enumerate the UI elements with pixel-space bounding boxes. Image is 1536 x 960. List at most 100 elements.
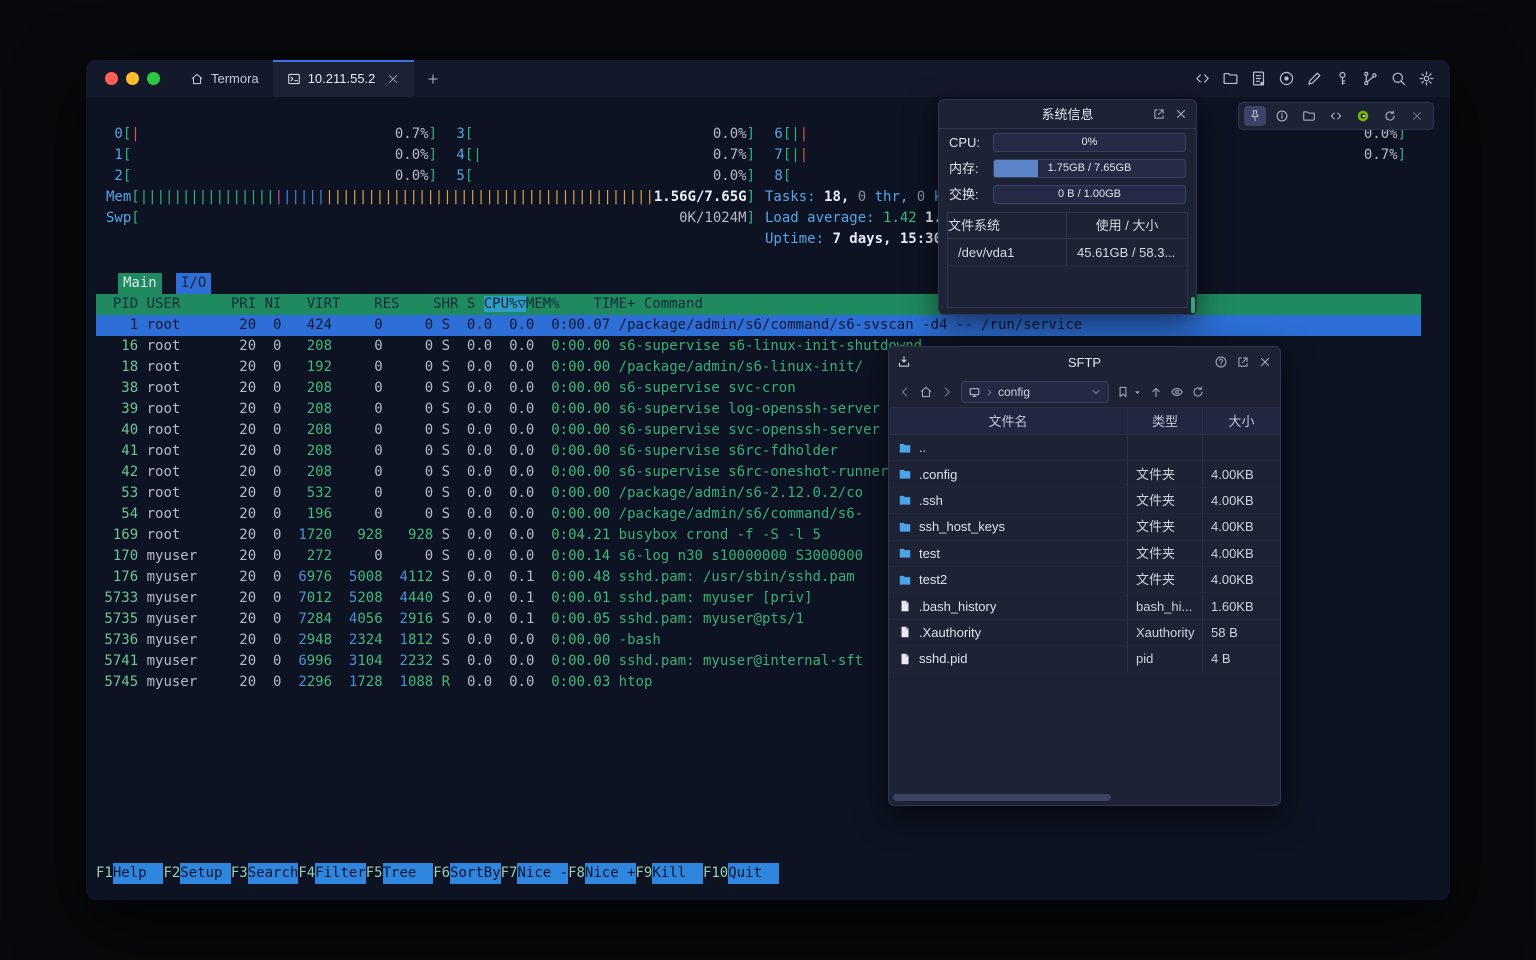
tab-bar: Termora10.211.55.2 <box>86 60 1450 98</box>
fkey-f6[interactable]: F6 <box>433 863 450 884</box>
file-row[interactable]: .ssh文件夹4.00KB <box>889 488 1280 514</box>
tab-10-211-55-2[interactable]: 10.211.55.2 <box>273 60 415 97</box>
fkey-label[interactable]: Search <box>248 863 299 884</box>
terminal-pane[interactable]: 0[|0.7%] 1[0.0%] 2[0.0%] 3[0.0%] 4[|0.7%… <box>86 97 1450 900</box>
tab-termora[interactable]: Termora <box>176 60 273 97</box>
app-window: Termora10.211.55.2 0[|0.7%] 1[0.0%] 2[0.… <box>86 60 1450 900</box>
fkey-label[interactable]: Help <box>113 863 164 884</box>
sftp-panel: SFTP config <box>888 346 1281 806</box>
traffic-light-minimize[interactable] <box>126 72 139 85</box>
fkey-f2[interactable]: F2 <box>163 863 180 884</box>
meter-label: 内存: <box>949 158 985 179</box>
fkey-f10[interactable]: F10 <box>703 863 728 884</box>
fkey-f7[interactable]: F7 <box>501 863 518 884</box>
forward-icon[interactable] <box>940 385 954 399</box>
home-icon[interactable] <box>919 385 933 399</box>
log-icon[interactable] <box>1250 70 1267 87</box>
close-icon[interactable] <box>1174 107 1188 121</box>
code-icon[interactable] <box>1325 106 1347 126</box>
info-icon[interactable] <box>1271 106 1293 126</box>
folder-icon[interactable] <box>1222 70 1239 87</box>
record-icon[interactable] <box>1278 70 1295 87</box>
search-icon[interactable] <box>1390 70 1407 87</box>
htop-tab-main[interactable]: Main <box>118 273 162 294</box>
meter-label: CPU: <box>949 132 985 153</box>
fkey-f9[interactable]: F9 <box>636 863 653 884</box>
caret-down-icon[interactable] <box>1133 388 1142 397</box>
fkey-label[interactable]: SortBy <box>450 863 501 884</box>
file-name: .Xauthority <box>889 622 1127 643</box>
file-row[interactable]: test文件夹4.00KB <box>889 541 1280 567</box>
file-row[interactable]: .config文件夹4.00KB <box>889 461 1280 487</box>
fkey-label[interactable]: Nice + <box>585 863 636 884</box>
fkey-f4[interactable]: F4 <box>298 863 315 884</box>
fkey-label[interactable]: Nice - <box>517 863 568 884</box>
refresh-icon[interactable] <box>1191 385 1205 399</box>
gpu-icon[interactable] <box>1352 106 1374 126</box>
file-table-header: 文件名类型大小 <box>889 407 1280 435</box>
close-tab-icon[interactable] <box>386 72 400 86</box>
system-info-titlebar: 系统信息 <box>939 100 1196 129</box>
meter-fill <box>994 160 1038 177</box>
pin-icon[interactable] <box>1244 106 1266 126</box>
settings-icon[interactable] <box>1418 70 1435 87</box>
open-in-window-icon[interactable] <box>1236 355 1250 369</box>
desktop: Termora10.211.55.2 0[|0.7%] 1[0.0%] 2[0.… <box>0 0 1536 960</box>
upload-icon[interactable] <box>1149 385 1163 399</box>
function-key-bar: F1Help F2Setup F3SearchF4FilterF5Tree F6… <box>96 863 779 884</box>
fkey-label[interactable]: Setup <box>180 863 231 884</box>
download-icon[interactable] <box>897 355 911 369</box>
sysinfo-meter-row: 内存:1.75GB / 7.65GB <box>939 155 1196 181</box>
bookmark-icon[interactable] <box>1116 385 1130 399</box>
help-icon[interactable] <box>1214 355 1228 369</box>
close-icon[interactable] <box>1406 106 1428 126</box>
fkey-label[interactable]: Filter <box>315 863 366 884</box>
meter-bar: 0 B / 1.00GB <box>993 185 1186 204</box>
file-row[interactable]: test2文件夹4.00KB <box>889 567 1280 593</box>
file-row[interactable]: .. <box>889 435 1280 461</box>
meter-value: 0 B / 1.00GB <box>1058 185 1121 204</box>
traffic-light-close[interactable] <box>105 72 118 85</box>
process-table-header[interactable]: PID USER PRI NI VIRT RES SHR S CPU%▽MEM%… <box>96 294 1421 315</box>
open-in-window-icon[interactable] <box>1152 107 1166 121</box>
file-name: test <box>889 543 1127 564</box>
show-hidden-icon[interactable] <box>1170 385 1184 399</box>
branches-icon[interactable] <box>1362 70 1379 87</box>
folder-icon <box>898 546 912 560</box>
close-icon[interactable] <box>1258 355 1272 369</box>
fkey-f3[interactable]: F3 <box>231 863 248 884</box>
file-row[interactable]: ssh_host_keys文件夹4.00KB <box>889 514 1280 540</box>
new-tab-button[interactable] <box>414 60 452 97</box>
traffic-light-zoom[interactable] <box>147 72 160 85</box>
chevron-down-icon <box>1090 386 1102 398</box>
file-row[interactable]: .XauthorityXauthority58 B <box>889 620 1280 646</box>
refresh-icon[interactable] <box>1379 106 1401 126</box>
folder-icon <box>898 520 912 534</box>
process-row[interactable]: 1 root 20 0 424 0 0 S 0.0 0.0 0:00.07 /p… <box>96 315 1421 336</box>
path-breadcrumb[interactable]: config <box>961 381 1109 403</box>
fkey-label[interactable]: Kill <box>652 863 703 884</box>
fkey-label[interactable]: Tree <box>383 863 434 884</box>
sftp-titlebar: SFTP <box>889 347 1280 377</box>
horizontal-scrollbar[interactable] <box>893 794 1111 801</box>
fkey-label[interactable]: Quit <box>728 863 779 884</box>
meter-bar: 0% <box>993 133 1186 152</box>
chevron-right-icon <box>984 387 995 398</box>
folder-icon <box>898 441 912 455</box>
filesystem-row[interactable]: /dev/vda145.61GB / 58.3... <box>948 239 1187 266</box>
key-icon[interactable] <box>1334 70 1351 87</box>
file-row[interactable]: sshd.pidpid4 B <box>889 646 1280 672</box>
back-icon[interactable] <box>898 385 912 399</box>
resize-grip[interactable] <box>1191 297 1195 313</box>
file-row[interactable]: .bash_historybash_hi...1.60KB <box>889 593 1280 619</box>
file-name: .config <box>889 464 1127 485</box>
fkey-f8[interactable]: F8 <box>568 863 585 884</box>
file-name: ssh_host_keys <box>889 516 1127 537</box>
edit-icon[interactable] <box>1306 70 1323 87</box>
htop-tab-io[interactable]: I/O <box>176 273 211 294</box>
fkey-f1[interactable]: F1 <box>96 863 113 884</box>
code-icon[interactable] <box>1194 70 1211 87</box>
folder-icon[interactable] <box>1298 106 1320 126</box>
memory-meter: Mem[||||||||||||||||||||||||||||||||||||… <box>106 187 755 208</box>
fkey-f5[interactable]: F5 <box>366 863 383 884</box>
